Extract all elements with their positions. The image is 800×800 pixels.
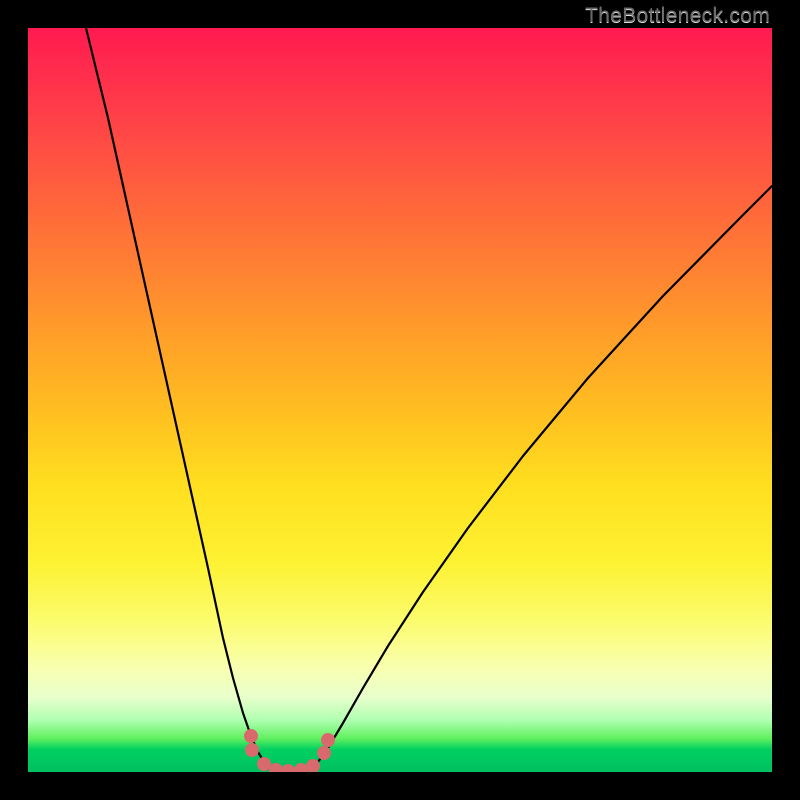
marker-dot <box>257 757 271 771</box>
left-curve <box>86 28 268 768</box>
marker-dot <box>245 743 259 757</box>
right-curve <box>313 186 772 768</box>
marker-dot <box>244 729 258 743</box>
chart-frame: TheBottleneck.com <box>0 0 800 800</box>
marker-dot <box>281 764 295 772</box>
marker-dot <box>269 763 283 772</box>
marker-dot <box>294 763 308 772</box>
watermark-text: TheBottleneck.com <box>585 4 770 28</box>
marker-dot <box>317 746 331 760</box>
marker-dot <box>321 733 335 747</box>
marker-dots <box>244 729 335 772</box>
plot-area <box>28 28 772 772</box>
curve-layer <box>28 28 772 772</box>
